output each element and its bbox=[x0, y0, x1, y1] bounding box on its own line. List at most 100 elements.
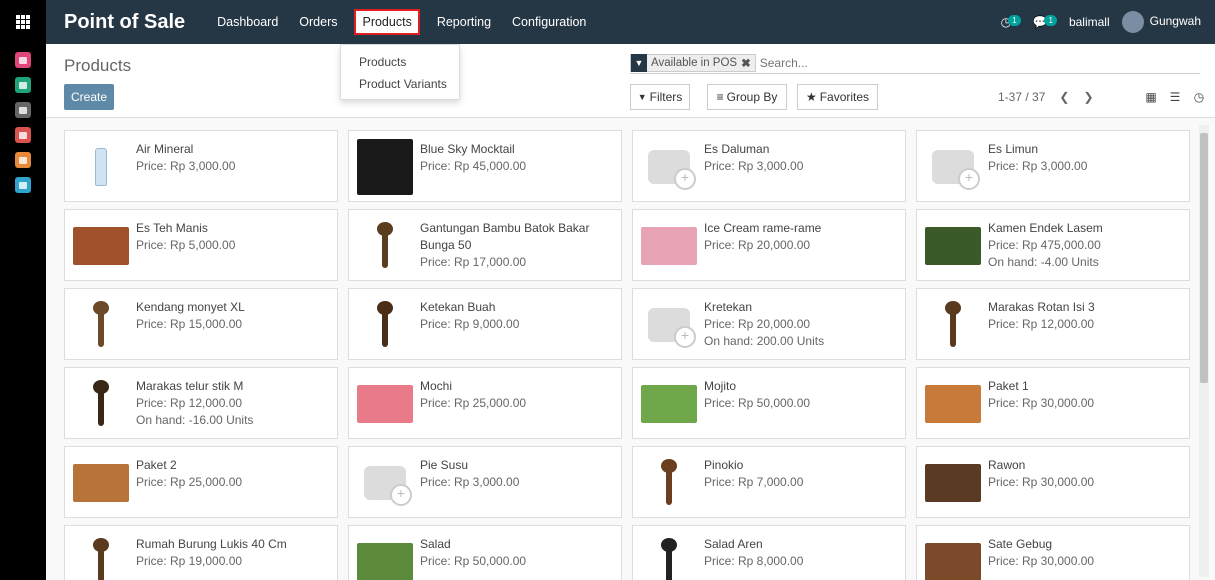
create-button[interactable]: Create bbox=[64, 84, 114, 110]
star-icon: ★ bbox=[805, 90, 817, 104]
product-info: Sate Gebug Price: Rp 30,000.00 bbox=[988, 536, 1181, 570]
prev-page-icon[interactable]: ❮ bbox=[1059, 90, 1069, 104]
product-price: Price: Rp 12,000.00 bbox=[988, 317, 1095, 331]
product-card[interactable]: Marakas telur stik M Price: Rp 12,000.00 O… bbox=[64, 367, 338, 439]
product-image bbox=[641, 227, 697, 265]
product-card[interactable]: Kamen Endek Lasem Price: Rp 475,000.00 On … bbox=[916, 209, 1190, 281]
product-card[interactable]: Blue Sky Mocktail Price: Rp 45,000.00 bbox=[348, 130, 622, 202]
product-price: Price: Rp 3,000.00 bbox=[988, 159, 1088, 173]
sales-app-icon[interactable] bbox=[15, 127, 31, 143]
activity-view-icon[interactable]: ◷ bbox=[1187, 88, 1211, 106]
product-card[interactable]: Paket 1 Price: Rp 30,000.00 bbox=[916, 367, 1190, 439]
product-card[interactable]: Air Mineral Price: Rp 3,000.00 bbox=[64, 130, 338, 202]
product-grid: Air Mineral Price: Rp 3,000.00 Blue Sky Mo… bbox=[64, 130, 1190, 580]
product-card[interactable]: Ketekan Buah Price: Rp 9,000.00 bbox=[348, 288, 622, 360]
menu-products[interactable]: Products bbox=[354, 9, 420, 35]
product-info: Kendang monyet XL Price: Rp 15,000.00 bbox=[136, 299, 329, 333]
menu-reporting[interactable]: Reporting bbox=[433, 10, 495, 34]
product-thumb bbox=[73, 376, 129, 432]
product-info: Pie Susu Price: Rp 3,000.00 bbox=[420, 457, 613, 491]
product-price: Price: Rp 50,000.00 bbox=[704, 396, 811, 410]
product-card[interactable]: Ice Cream rame-rame Price: Rp 20,000.00 bbox=[632, 209, 906, 281]
kanban-view-icon[interactable]: ▦ bbox=[1139, 88, 1163, 106]
avatar bbox=[1121, 11, 1144, 33]
product-thumb bbox=[357, 297, 413, 353]
remove-facet-icon[interactable]: ✖ bbox=[741, 56, 755, 70]
menu-orders[interactable]: Orders bbox=[295, 10, 341, 34]
scrollbar-thumb[interactable] bbox=[1200, 133, 1208, 383]
product-info: Ketekan Buah Price: Rp 9,000.00 bbox=[420, 299, 613, 333]
invoicing-app-icon[interactable] bbox=[15, 152, 31, 168]
product-info: Es Teh Manis Price: Rp 5,000.00 bbox=[136, 220, 329, 254]
product-price: Price: Rp 8,000.00 bbox=[704, 554, 804, 568]
list-view-icon[interactable]: ☰ bbox=[1163, 88, 1187, 106]
product-thumb bbox=[925, 218, 981, 274]
next-page-icon[interactable]: ❯ bbox=[1083, 90, 1093, 104]
product-card[interactable]: Mochi Price: Rp 25,000.00 bbox=[348, 367, 622, 439]
product-card[interactable]: Es Teh Manis Price: Rp 5,000.00 bbox=[64, 209, 338, 281]
inventory-app-icon[interactable] bbox=[15, 102, 31, 118]
filter-icon: ▼ bbox=[637, 92, 647, 102]
app-brand[interactable]: Point of Sale bbox=[64, 11, 185, 34]
product-image bbox=[357, 543, 413, 580]
messages-button[interactable]: 💬1 bbox=[1033, 15, 1057, 29]
product-card[interactable]: Kretekan Price: Rp 20,000.00 On hand: 200.… bbox=[632, 288, 906, 360]
pos-app-icon[interactable] bbox=[15, 77, 31, 93]
scrollbar[interactable] bbox=[1199, 125, 1209, 577]
product-info: Mojito Price: Rp 50,000.00 bbox=[704, 378, 897, 412]
kanban-view: Air Mineral Price: Rp 3,000.00 Blue Sky Mo… bbox=[46, 118, 1195, 580]
product-price: Price: Rp 25,000.00 bbox=[136, 475, 243, 489]
product-price: Price: Rp 25,000.00 bbox=[420, 396, 527, 410]
messages-badge: 1 bbox=[1044, 15, 1057, 26]
dropdown-item-product-variants[interactable]: Product Variants bbox=[341, 77, 459, 99]
product-name: Blue Sky Mocktail bbox=[420, 142, 515, 156]
product-card[interactable]: Marakas Rotan Isi 3 Price: Rp 12,000.00 bbox=[916, 288, 1190, 360]
product-card[interactable]: Rawon Price: Rp 30,000.00 bbox=[916, 446, 1190, 518]
product-card[interactable]: Gantungan Bambu Batok Bakar Bunga 50 Pric… bbox=[348, 209, 622, 281]
app-sidebar bbox=[0, 0, 46, 580]
product-thumb bbox=[925, 455, 981, 511]
search-input[interactable] bbox=[759, 55, 1200, 70]
activity-badge: 1 bbox=[1008, 15, 1021, 26]
products-dropdown: Products Product Variants bbox=[340, 44, 460, 100]
product-thumb bbox=[73, 455, 129, 511]
product-card[interactable]: Salad Price: Rp 50,000.00 bbox=[348, 525, 622, 580]
company-switcher[interactable]: balimall bbox=[1069, 15, 1110, 29]
product-card[interactable]: Es Daluman Price: Rp 3,000.00 bbox=[632, 130, 906, 202]
product-image bbox=[925, 227, 981, 265]
menu-configuration[interactable]: Configuration bbox=[508, 10, 590, 34]
product-card[interactable]: Kendang monyet XL Price: Rp 15,000.00 bbox=[64, 288, 338, 360]
contacts-app-icon[interactable] bbox=[15, 177, 31, 193]
product-card[interactable]: Sate Gebug Price: Rp 30,000.00 bbox=[916, 525, 1190, 580]
product-card[interactable]: Pie Susu Price: Rp 3,000.00 bbox=[348, 446, 622, 518]
product-name: Es Limun bbox=[988, 142, 1039, 156]
product-card[interactable]: Es Limun Price: Rp 3,000.00 bbox=[916, 130, 1190, 202]
product-info: Mochi Price: Rp 25,000.00 bbox=[420, 378, 613, 412]
product-price: Price: Rp 19,000.00 bbox=[136, 554, 243, 568]
menu-dashboard[interactable]: Dashboard bbox=[213, 10, 282, 34]
pager-value[interactable]: 1-37 / 37 bbox=[998, 90, 1045, 104]
product-card[interactable]: Pinokio Price: Rp 7,000.00 bbox=[632, 446, 906, 518]
dropdown-item-products[interactable]: Products bbox=[341, 55, 459, 77]
favorites-button[interactable]: ★ Favorites bbox=[797, 84, 878, 110]
product-name: Kretekan bbox=[704, 300, 753, 314]
filters-button[interactable]: ▼ Filters bbox=[630, 84, 690, 110]
product-card[interactable]: Rumah Burung Lukis 40 Cm Price: Rp 19,000… bbox=[64, 525, 338, 580]
discuss-app-icon[interactable] bbox=[15, 52, 31, 68]
product-thumb bbox=[357, 455, 413, 511]
user-name: Gungwah bbox=[1149, 14, 1201, 29]
user-menu[interactable]: Gungwah bbox=[1121, 11, 1201, 33]
product-price: Price: Rp 45,000.00 bbox=[420, 159, 527, 173]
product-price: Price: Rp 3,000.00 bbox=[704, 159, 804, 173]
product-card[interactable]: Salad Aren Price: Rp 8,000.00 bbox=[632, 525, 906, 580]
product-name: Ketekan Buah bbox=[420, 300, 496, 314]
group-by-button[interactable]: ≡ Group By bbox=[707, 84, 787, 110]
product-info: Es Daluman Price: Rp 3,000.00 bbox=[704, 141, 897, 175]
activity-button[interactable]: ◷1 bbox=[1001, 15, 1021, 29]
product-card[interactable]: Mojito Price: Rp 50,000.00 bbox=[632, 367, 906, 439]
product-image bbox=[945, 301, 961, 347]
product-card[interactable]: Paket 2 Price: Rp 25,000.00 bbox=[64, 446, 338, 518]
product-price: Price: Rp 20,000.00 bbox=[704, 317, 811, 331]
apps-menu-icon[interactable] bbox=[0, 0, 46, 44]
product-thumb bbox=[641, 455, 697, 511]
